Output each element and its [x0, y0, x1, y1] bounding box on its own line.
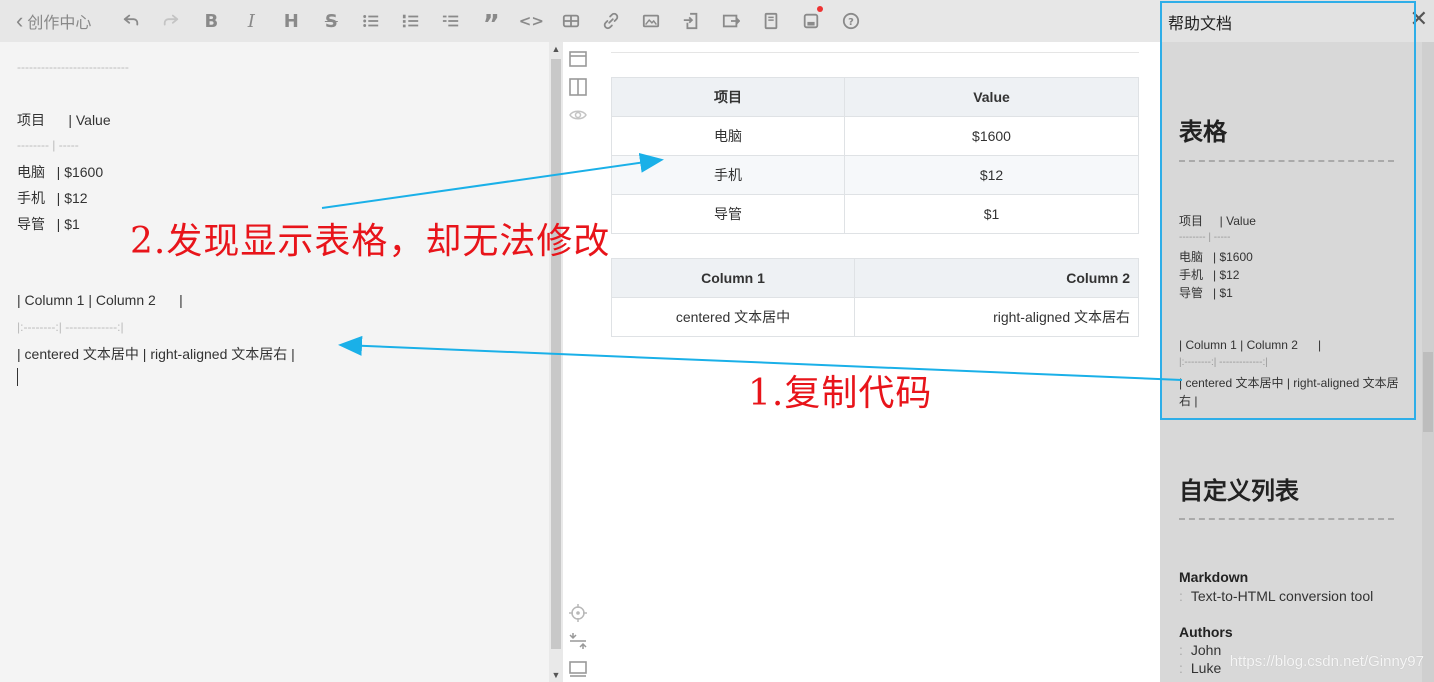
editor-scrollbar[interactable]: ▲ ▼	[549, 42, 563, 682]
italic-icon[interactable]: I	[231, 0, 271, 42]
help-divider	[1179, 518, 1394, 520]
text-caret	[17, 368, 18, 386]
annotation-step-2: 2.发现显示表格，却无法修改	[130, 221, 611, 262]
back-to-creation-center-button[interactable]: ‹ 创作中心	[0, 0, 111, 42]
scroll-down-icon[interactable]: ▼	[549, 670, 563, 680]
scroll-up-icon[interactable]: ▲	[549, 44, 563, 54]
help-code-line: | Column 1 | Column 2 |	[1179, 338, 1322, 352]
table-row: 电脑 $1600	[611, 116, 1139, 156]
help-scrollbar[interactable]	[1422, 42, 1434, 682]
editor-table1-row: 手机 | $12	[17, 190, 88, 206]
heading-icon[interactable]: H	[271, 0, 311, 42]
help-code-line: 电脑 | $1600	[1179, 250, 1253, 264]
undo-icon[interactable]	[111, 0, 151, 42]
fullscreen-preview-icon[interactable]	[569, 660, 587, 678]
editor-table2-row: | centered 文本居中 | right-aligned 文本居右 |	[17, 346, 295, 362]
table-row: 手机 $12	[611, 155, 1139, 195]
table-cell: right-aligned 文本居右	[854, 297, 1139, 337]
back-label: 创作中心	[27, 15, 92, 32]
unordered-list-icon[interactable]	[351, 0, 391, 42]
editor-only-view-icon[interactable]	[569, 50, 587, 68]
import-icon[interactable]	[671, 0, 711, 42]
view-mode-strip	[563, 42, 593, 682]
locate-icon[interactable]	[569, 604, 587, 622]
table-header-cell: Column 2	[854, 258, 1139, 298]
table-cell: 电脑	[611, 116, 845, 156]
table-cell: 导管	[611, 194, 845, 234]
table-cell: 手机	[611, 155, 845, 195]
help-section-title: 自定义列表	[1179, 478, 1299, 505]
table-cell: $12	[844, 155, 1139, 195]
strikethrough-icon[interactable]: S	[311, 0, 351, 42]
image-icon[interactable]	[631, 0, 671, 42]
definition-desc: : John	[1179, 642, 1222, 658]
help-code-line: |:--------:| -------------:|	[1179, 357, 1268, 368]
help-code-line: -------- | -----	[1179, 232, 1231, 243]
link-icon[interactable]	[591, 0, 631, 42]
editor-table1-row: 导管 | $1	[17, 216, 80, 232]
help-icon[interactable]: ?	[831, 0, 871, 42]
template-icon[interactable]	[751, 0, 791, 42]
editor-table2-sep: |:--------:| -------------:|	[17, 320, 124, 334]
preview-hr	[611, 52, 1139, 53]
table-header-cell: 项目	[611, 77, 845, 117]
table-icon[interactable]	[551, 0, 591, 42]
editor-table1-header: 项目 | Value	[17, 112, 111, 128]
definition-term: Authors	[1179, 624, 1233, 640]
editor-table1-sep: -------- | -----	[17, 138, 79, 152]
markdown-editor[interactable]: ---------------------------- 项目 | Value …	[0, 42, 549, 682]
chevron-left-icon: ‹	[16, 8, 24, 33]
code-icon[interactable]: <>	[511, 0, 551, 42]
definition-desc: : Luke	[1179, 660, 1222, 676]
export-icon[interactable]	[711, 0, 751, 42]
preview-eye-icon[interactable]	[569, 106, 587, 124]
bold-icon[interactable]: B	[191, 0, 231, 42]
task-list-icon[interactable]	[431, 0, 471, 42]
annotation-step-1: 1.复制代码	[748, 373, 933, 414]
redo-icon[interactable]	[151, 0, 191, 42]
sync-scroll-icon[interactable]	[569, 632, 587, 650]
table-row: centered 文本居中 right-aligned 文本居右	[611, 297, 1139, 337]
editor-scroll-thumb[interactable]	[551, 59, 561, 649]
help-code-line: 手机 | $12	[1179, 268, 1240, 282]
help-code-line: 项目 | Value	[1179, 214, 1256, 228]
split-view-icon[interactable]	[569, 78, 587, 96]
help-panel-title: 帮助文档	[1168, 16, 1233, 33]
definition-term: Markdown	[1179, 569, 1249, 585]
save-icon[interactable]	[791, 0, 831, 42]
ordered-list-icon[interactable]	[391, 0, 431, 42]
table-header-cell: Value	[844, 77, 1139, 117]
help-divider	[1179, 160, 1394, 162]
table-cell: $1600	[844, 116, 1139, 156]
unsaved-dot	[817, 6, 824, 12]
preview-table-2: Column 1 Column 2 centered 文本居中 right-al…	[611, 258, 1139, 337]
definition-desc: : Text-to-HTML conversion tool	[1179, 588, 1374, 604]
preview-table-1: 项目 Value 电脑 $1600 手机 $12 导管 $1	[611, 77, 1139, 234]
help-code-line: 右 |	[1179, 394, 1198, 408]
close-icon[interactable]: ✕	[1410, 6, 1428, 32]
help-code-line: | centered 文本居中 | right-aligned 文本居	[1179, 376, 1399, 390]
editor-table2-header: | Column 1 | Column 2 |	[17, 292, 183, 308]
rendered-preview: 项目 Value 电脑 $1600 手机 $12 导管 $1 Column 1 …	[593, 42, 1160, 682]
table-cell: centered 文本居中	[611, 297, 855, 337]
svg-text:?: ?	[848, 17, 854, 28]
help-panel: 帮助文档 ✕ 表格 项目 | Value -------- | ----- 电脑…	[1160, 0, 1434, 682]
help-panel-header: 帮助文档 ✕	[1160, 0, 1434, 42]
help-code-line: 导管 | $1	[1179, 286, 1233, 300]
editor-dashes: ----------------------------	[17, 60, 129, 74]
editor-table1-row: 电脑 | $1600	[17, 164, 104, 180]
table-cell: $1	[844, 194, 1139, 234]
watermark-url: https://blog.csdn.net/Ginny97	[1229, 653, 1424, 670]
help-section-title: 表格	[1179, 119, 1227, 146]
table-row: 导管 $1	[611, 194, 1139, 234]
editor-toolbar: ‹ 创作中心 B I H S ” <> ?	[0, 0, 1160, 42]
quote-icon[interactable]: ”	[471, 0, 511, 42]
help-scroll-thumb[interactable]	[1423, 352, 1433, 432]
table-header-cell: Column 1	[611, 258, 855, 298]
